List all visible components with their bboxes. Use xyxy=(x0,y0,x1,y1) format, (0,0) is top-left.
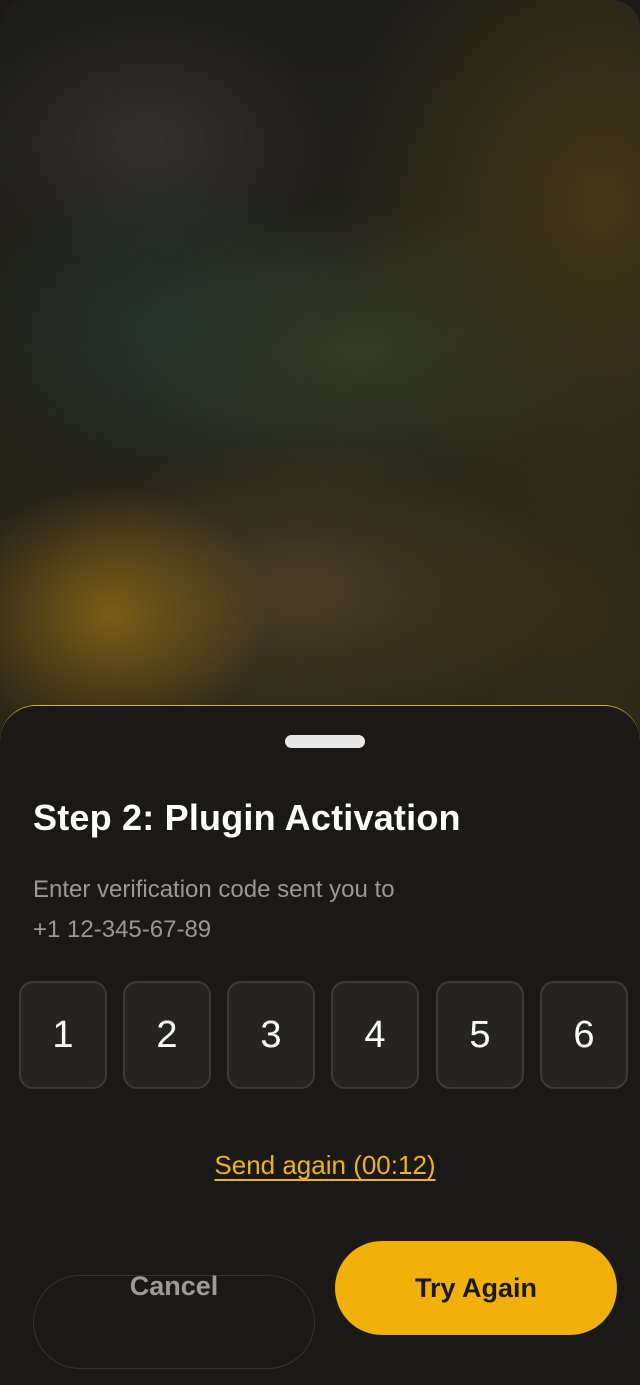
code-digit-6[interactable]: 6 xyxy=(540,981,628,1089)
verification-code-input: 1 2 3 4 5 6 xyxy=(19,981,629,1089)
sheet-drag-handle[interactable] xyxy=(285,735,365,748)
verification-instructions: Enter verification code sent you to +1 1… xyxy=(33,870,395,950)
screen: Step 2: Plugin Activation Enter verifica… xyxy=(0,0,640,1385)
code-digit-1[interactable]: 1 xyxy=(19,981,107,1089)
sheet-title: Step 2: Plugin Activation xyxy=(33,797,461,838)
cancel-button-label[interactable]: Cancel xyxy=(33,1271,315,1302)
instructions-text: Enter verification code sent you to xyxy=(33,876,395,903)
bottom-sheet: Step 2: Plugin Activation Enter verifica… xyxy=(0,705,640,1385)
blurred-background xyxy=(0,0,640,760)
try-again-button[interactable]: Try Again xyxy=(335,1241,617,1335)
code-digit-3[interactable]: 3 xyxy=(227,981,315,1089)
code-digit-2[interactable]: 2 xyxy=(123,981,211,1089)
code-digit-5[interactable]: 5 xyxy=(436,981,524,1089)
phone-number: +1 12-345-67-89 xyxy=(33,916,212,943)
send-again-link[interactable]: Send again (00:12) xyxy=(0,1150,640,1181)
code-digit-4[interactable]: 4 xyxy=(331,981,419,1089)
